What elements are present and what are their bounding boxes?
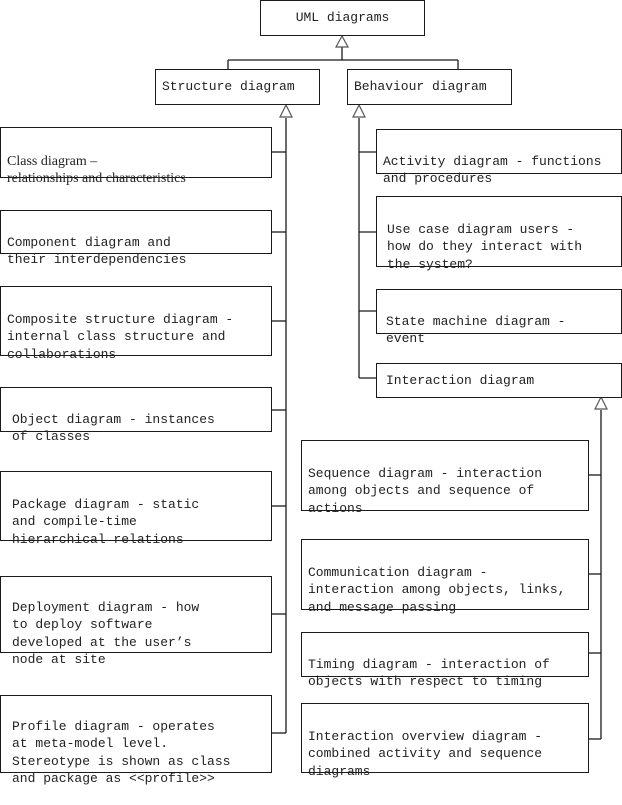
sequence-diagram-node: Sequence diagram - interaction among obj…: [301, 440, 589, 516]
activity-diagram-node: Activity diagram - functions and procedu…: [376, 129, 622, 186]
behaviour-diagram-node: Behaviour diagram: [347, 69, 512, 105]
class-diagram-node: Class diagram – relationships and charac…: [0, 127, 272, 186]
generalization-arrow-structure: [279, 103, 293, 118]
root-node: UML diagrams: [260, 0, 425, 36]
deployment-diagram-node: Deployment diagram - how to deploy softw…: [0, 576, 272, 667]
deployment-diagram-label: Deployment diagram - how to deploy softw…: [12, 599, 200, 668]
interaction-overview-diagram-label: Interaction overview diagram - combined …: [308, 728, 543, 779]
interaction-diagram-label: Interaction diagram: [386, 372, 535, 388]
composite-structure-diagram-node: Composite structure diagram - internal c…: [0, 286, 272, 362]
behaviour-diagram-label: Behaviour diagram: [354, 79, 487, 95]
timing-diagram-label: Timing diagram - interaction of objects …: [308, 656, 550, 690]
object-diagram-node: Object diagram - instances of classes: [0, 387, 272, 444]
sequence-diagram-label: Sequence diagram - interaction among obj…: [308, 465, 543, 516]
interaction-overview-diagram-node: Interaction overview diagram - combined …: [301, 703, 589, 779]
uml-hierarchy-diagram: UML diagrams Structure diagram Behaviour…: [0, 0, 622, 786]
activity-diagram-label: Activity diagram - functions and procedu…: [383, 153, 602, 187]
generalization-arrow-root: [334, 34, 350, 48]
use-case-diagram-label: Use case diagram users - how do they int…: [387, 221, 583, 272]
use-case-diagram-node: Use case diagram users - how do they int…: [376, 196, 622, 272]
structure-diagram-label: Structure diagram: [162, 79, 295, 95]
component-diagram-label: Component diagram and their interdepende…: [7, 234, 187, 268]
composite-structure-diagram-label: Composite structure diagram - internal c…: [7, 311, 234, 362]
communication-diagram-node: Communication diagram - interaction amon…: [301, 539, 589, 615]
communication-diagram-label: Communication diagram - interaction amon…: [308, 564, 566, 615]
timing-diagram-node: Timing diagram - interaction of objects …: [301, 632, 589, 689]
interaction-diagram-node: Interaction diagram: [376, 363, 622, 398]
class-diagram-label: Class diagram – relationships and charac…: [7, 154, 186, 186]
profile-diagram-node: Profile diagram - operates at meta-model…: [0, 695, 272, 786]
state-machine-diagram-node: State machine diagram - event: [376, 289, 622, 346]
object-diagram-label: Object diagram - instances of classes: [12, 411, 215, 445]
root-label: UML diagrams: [295, 10, 390, 26]
generalization-arrow-behaviour: [352, 103, 366, 118]
generalization-arrow-interaction: [594, 395, 608, 410]
structure-diagram-node: Structure diagram: [155, 69, 320, 105]
component-diagram-node: Component diagram and their interdepende…: [0, 210, 272, 267]
state-machine-diagram-label: State machine diagram - event: [386, 313, 566, 347]
package-diagram-node: Package diagram - static and compile-tim…: [0, 471, 272, 547]
package-diagram-label: Package diagram - static and compile-tim…: [12, 496, 200, 547]
profile-diagram-label: Profile diagram - operates at meta-model…: [12, 718, 231, 787]
